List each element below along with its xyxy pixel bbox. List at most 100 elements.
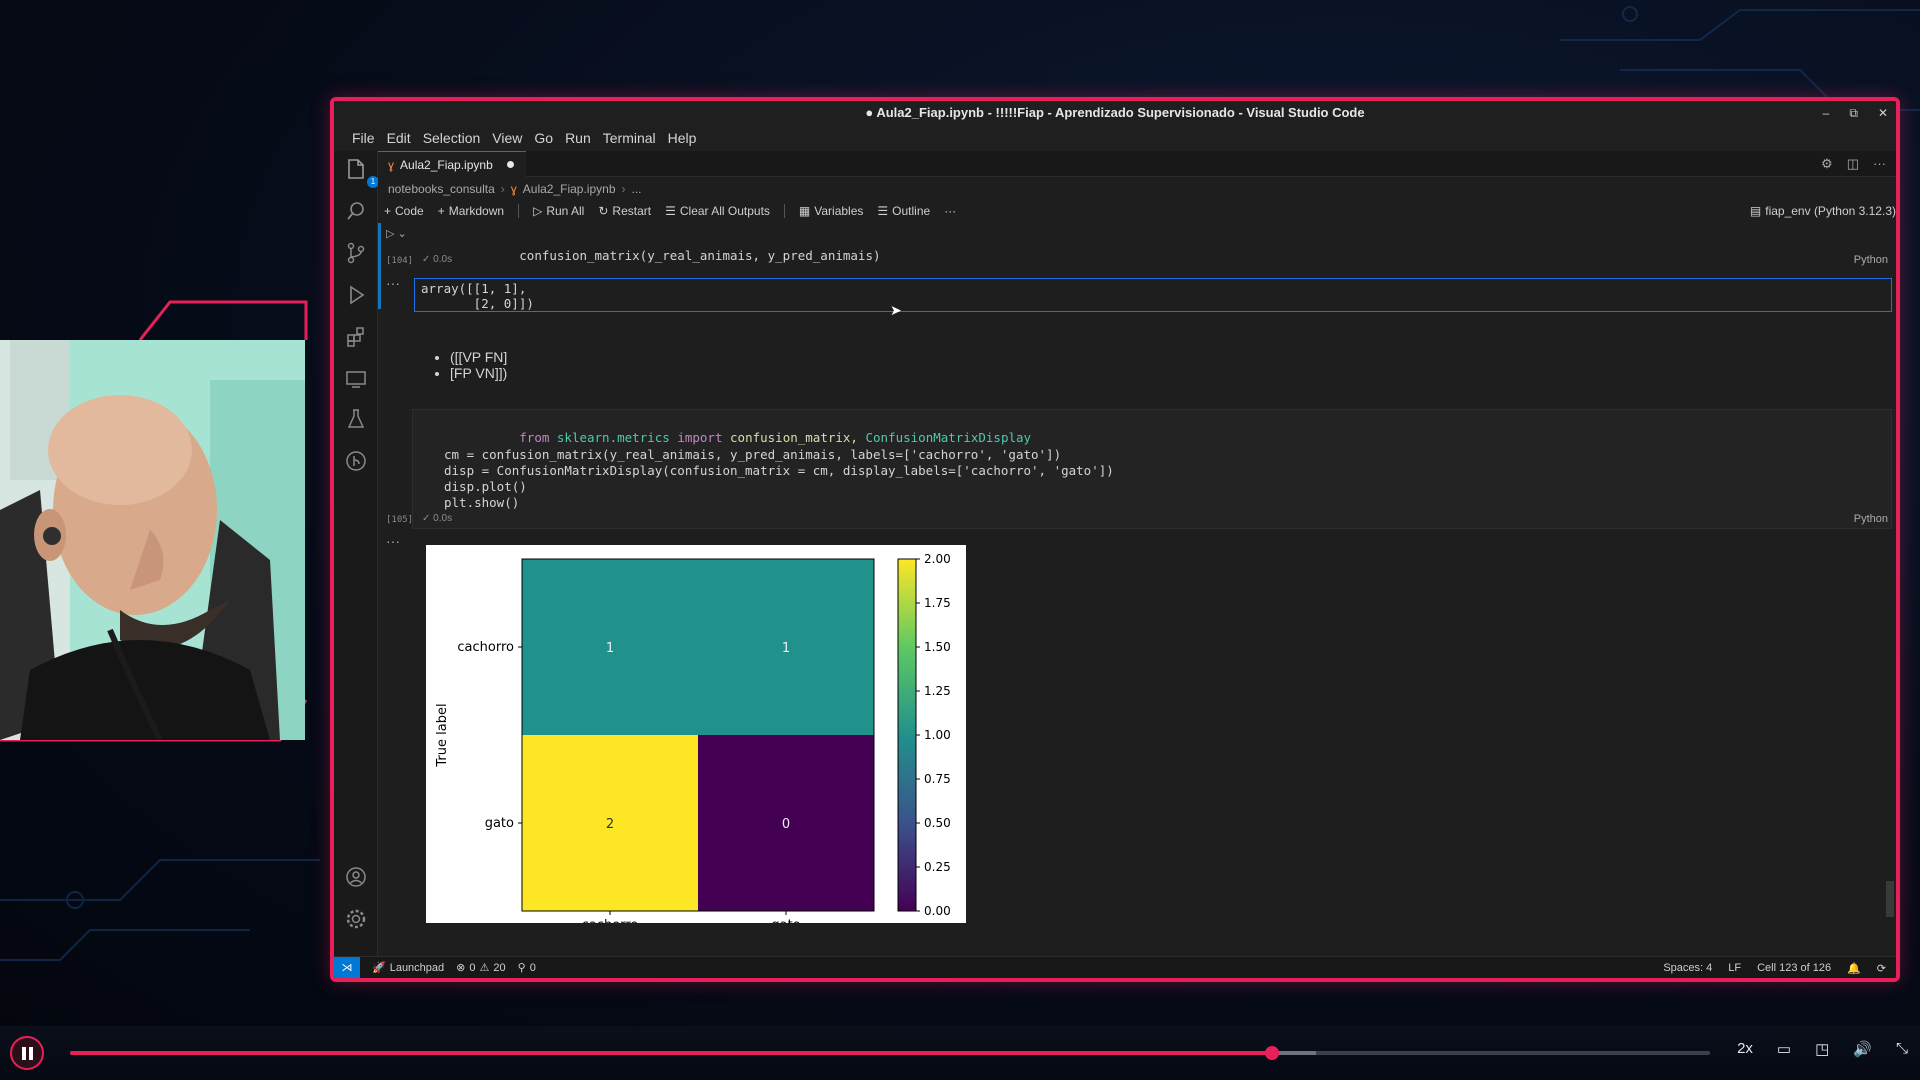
breadcrumb-more[interactable]: ... — [632, 182, 642, 196]
cell104-code[interactable]: confusion_matrix(y_real_animais, y_pred_… — [444, 233, 880, 278]
add-code-button[interactable]: + Code — [384, 204, 424, 218]
kernel-label: fiap_env (Python 3.12.3) — [1765, 204, 1896, 218]
colorbar-tick-label: 1.25 — [924, 684, 951, 698]
cell-value-label: 1 — [606, 641, 614, 656]
markdown-cell[interactable]: ([[VP FN] [FP VN]]) — [436, 349, 507, 381]
settings-gear-icon[interactable]: ⚙ — [1821, 156, 1833, 172]
cell104-language[interactable]: Python — [1854, 254, 1888, 266]
cell-focus-indicator — [378, 223, 381, 309]
variables-button[interactable]: ▦ Variables — [799, 204, 863, 218]
confusion-matrix-plot: 1120cachorrogatocachorrogatoPredicted la… — [426, 545, 966, 923]
pause-button[interactable] — [10, 1036, 44, 1070]
colorbar — [897, 558, 917, 912]
source-control-icon[interactable] — [342, 241, 370, 269]
indentation-indicator[interactable]: Spaces: 4 — [1663, 962, 1712, 974]
menu-selection[interactable]: Selection — [417, 130, 487, 146]
close-button[interactable]: ✕ — [1878, 101, 1888, 125]
launchpad-button[interactable]: 🚀 Launchpad — [372, 961, 444, 975]
more-actions-icon[interactable]: ··· — [1873, 156, 1886, 172]
menu-edit[interactable]: Edit — [381, 130, 417, 146]
output-line: [2, 0]]) — [421, 296, 534, 311]
notebook-cells: ▷ ⌄ confusion_matrix(y_real_animais, y_p… — [378, 223, 1896, 956]
cell105-language[interactable]: Python — [1854, 513, 1888, 525]
toolbar-more-button[interactable]: ··· — [944, 204, 956, 218]
minimize-button[interactable]: – — [1823, 101, 1830, 125]
ports-indicator[interactable]: ⚲ 0 — [518, 961, 536, 975]
code-line: disp = ConfusionMatrixDisplay(confusion_… — [444, 463, 1114, 478]
seek-handle[interactable] — [1265, 1046, 1280, 1060]
toolbar-divider — [518, 204, 520, 218]
plus-icon: + — [437, 204, 445, 218]
extensions-icon[interactable] — [342, 325, 370, 353]
sync-icon[interactable]: ⟳ — [1877, 962, 1886, 975]
menu-help[interactable]: Help — [662, 130, 703, 146]
split-editor-icon[interactable]: ◫ — [1847, 156, 1859, 172]
tab-bar: ɣ Aula2_Fiap.ipynb ⚙ ◫ ··· — [378, 151, 1896, 177]
run-debug-icon[interactable] — [342, 283, 370, 311]
breadcrumb-folder[interactable]: notebooks_consulta — [388, 182, 495, 196]
outline-button[interactable]: ☰ Outline — [877, 204, 930, 218]
exit-fullscreen-icon[interactable]: ⤡ — [1896, 1040, 1908, 1058]
seek-bar[interactable] — [70, 1046, 1710, 1060]
add-markdown-button[interactable]: + Markdown — [438, 204, 504, 218]
menu-file[interactable]: File — [346, 130, 381, 146]
menu-terminal[interactable]: Terminal — [597, 130, 662, 146]
remote-indicator-icon[interactable]: ⋊ — [334, 956, 360, 978]
playback-speed-button[interactable]: 2x — [1737, 1040, 1753, 1058]
mouse-cursor-icon: ➤ — [890, 302, 902, 318]
cell104-output[interactable]: array([[1, 1], [2, 0]]) — [414, 278, 1892, 312]
video-player-controls: 2x ▭ ◳ 🔊 ⤡ — [0, 1026, 1920, 1080]
unsaved-dot-icon[interactable] — [506, 161, 514, 168]
variables-icon: ▦ — [798, 204, 811, 218]
chevron-right-icon: › — [500, 182, 505, 196]
account-icon[interactable] — [342, 865, 370, 893]
colorbar-tick-label: 0.50 — [924, 816, 951, 830]
search-icon[interactable] — [342, 199, 370, 227]
menu-go[interactable]: Go — [528, 130, 559, 146]
breadcrumb-file[interactable]: Aula2_Fiap.ipynb — [523, 182, 616, 196]
chevron-right-icon: › — [621, 182, 626, 196]
restart-button[interactable]: ↻ Restart — [598, 204, 651, 218]
toolbar-divider — [783, 204, 785, 218]
run-all-button[interactable]: ▷ Run All — [533, 204, 584, 218]
colorbar-tick-label: 1.50 — [924, 640, 951, 654]
x-tick-label: gato — [771, 918, 800, 923]
restore-button[interactable]: ⧉ — [1849, 101, 1858, 125]
menu-run[interactable]: Run — [559, 130, 597, 146]
picture-in-picture-icon[interactable]: ◳ — [1815, 1040, 1829, 1058]
vscode-window: ● Aula2_Fiap.ipynb - !!!!!Fiap - Aprendi… — [330, 97, 1900, 982]
kernel-picker[interactable]: ▤ fiap_env (Python 3.12.3) — [1750, 199, 1896, 223]
remote-explorer-icon[interactable] — [342, 367, 370, 395]
cell-position-indicator[interactable]: Cell 123 of 126 — [1757, 962, 1831, 974]
run-cell-icon[interactable]: ▷ ⌄ — [386, 227, 407, 240]
git-graph-icon[interactable] — [342, 449, 370, 477]
y-axis-label: True label — [435, 703, 450, 767]
cell-value-label: 1 — [782, 641, 790, 656]
clear-all-outputs-button[interactable]: ☰ Clear All Outputs — [665, 204, 770, 218]
breadcrumb: notebooks_consulta › ɣ Aula2_Fiap.ipynb … — [388, 181, 642, 197]
play-icon: ▷ — [533, 204, 543, 218]
testing-icon[interactable] — [342, 407, 370, 435]
cell104-exec-count: [104] — [386, 256, 414, 266]
output-actions-icon[interactable]: ··· — [386, 275, 400, 291]
tab-aula2-notebook[interactable]: ɣ Aula2_Fiap.ipynb — [378, 151, 526, 177]
manage-gear-icon[interactable] — [342, 907, 370, 935]
captions-icon[interactable]: ▭ — [1777, 1040, 1791, 1058]
cell105-exec-count: [105] — [386, 515, 414, 525]
notebook-toolbar: + Code + Markdown ▷ Run All ↻ Restart ☰ Clear… — [378, 199, 1896, 223]
cell104-status: ✓ 0.0s — [422, 254, 453, 265]
played-progress — [70, 1051, 1273, 1055]
editor-area: ɣ Aula2_Fiap.ipynb ⚙ ◫ ··· notebooks_con… — [378, 151, 1896, 956]
files-icon[interactable]: 1 — [342, 157, 379, 188]
colorbar-tick-label: 2.00 — [924, 552, 951, 566]
menu-view[interactable]: View — [486, 130, 528, 146]
notifications-bell-icon[interactable]: 🔔 — [1847, 962, 1861, 975]
activity-bar: 1 — [334, 151, 379, 956]
editor-scrollbar[interactable] — [1886, 881, 1894, 917]
colorbar-tick-label: 0.00 — [924, 904, 951, 918]
tab-label: Aula2_Fiap.ipynb — [400, 157, 493, 172]
volume-icon[interactable]: 🔊 — [1853, 1040, 1872, 1058]
eol-indicator[interactable]: LF — [1728, 962, 1741, 974]
output-actions-icon[interactable]: ··· — [386, 533, 400, 549]
problems-indicator[interactable]: ⊗ 0 ⚠ 20 — [456, 961, 505, 975]
